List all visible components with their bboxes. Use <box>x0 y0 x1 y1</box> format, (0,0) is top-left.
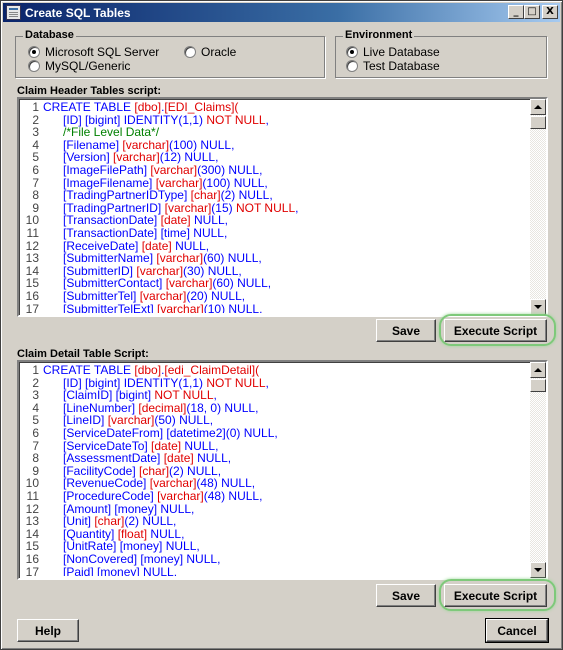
cancel-button[interactable]: Cancel <box>485 618 549 643</box>
header-script-scrollbar[interactable] <box>530 99 546 315</box>
line-number: 13 <box>25 514 39 529</box>
detail-script-editor[interactable]: 1 CREATE TABLE [dbo].[edi_ClaimDetail](2[… <box>17 360 548 580</box>
line-number: 8 <box>32 451 39 466</box>
code-token: , <box>295 200 299 215</box>
maximize-button[interactable]: □ <box>524 5 540 19</box>
line-number: 17 <box>25 564 39 576</box>
code-token: , <box>265 375 269 390</box>
detail-script-label: Claim Detail Table Script: <box>17 348 149 360</box>
scroll-thumb[interactable] <box>530 379 546 392</box>
minimize-button[interactable]: _ <box>508 5 524 19</box>
radio-microsoft-sql-server[interactable]: Microsoft SQL Server <box>28 45 159 59</box>
line-number: 3 <box>32 125 39 140</box>
arrow-down-icon <box>534 305 542 309</box>
title-bar[interactable]: Create SQL Tables _ □ X <box>3 3 560 22</box>
window-title: Create SQL Tables <box>25 6 131 20</box>
line-number: 16 <box>25 288 39 303</box>
line-number: 3 <box>32 388 39 403</box>
radio-dot-icon <box>28 60 40 72</box>
environment-group: Environment Live Database Test Database <box>335 29 547 78</box>
close-button[interactable]: X <box>542 5 558 19</box>
detail-script-code: 1 CREATE TABLE [dbo].[edi_ClaimDetail](2[… <box>21 364 529 576</box>
scroll-up-button[interactable] <box>530 362 546 378</box>
scroll-thumb[interactable] <box>530 116 546 129</box>
line-number: 1 <box>32 364 39 377</box>
radio-label: Oracle <box>201 45 237 59</box>
line-number: 17 <box>25 301 39 313</box>
code-token: (10) NULL, <box>203 301 263 313</box>
scroll-down-button[interactable] <box>530 562 546 578</box>
code-line: 17 [SubmitterTelExt] [varchar](10) NULL, <box>21 301 529 313</box>
radio-dot-icon <box>346 46 358 58</box>
code-token: [varchar] <box>157 301 204 313</box>
detail-save-button[interactable]: Save <box>376 584 436 607</box>
scroll-down-button[interactable] <box>530 299 546 315</box>
radio-dot-icon <box>346 60 358 72</box>
create-sql-tables-window: Create SQL Tables _ □ X Database Microso… <box>0 0 563 650</box>
line-number: 16 <box>25 551 39 566</box>
scroll-up-button[interactable] <box>530 99 546 115</box>
header-save-button[interactable]: Save <box>376 319 436 342</box>
line-number: 1 <box>32 101 39 114</box>
header-script-label: Claim Header Tables script: <box>17 85 162 97</box>
database-group-title: Database <box>23 29 76 41</box>
line-number: 11 <box>26 225 39 240</box>
detail-execute-script-button[interactable]: Execute Script <box>444 584 547 607</box>
line-number: 11 <box>26 488 39 503</box>
arrow-up-icon <box>534 368 542 372</box>
code-token: , <box>265 112 269 127</box>
code-token: NOT NULL <box>206 112 266 127</box>
code-token: [SubmitterTelExt] <box>63 301 158 313</box>
radio-label: MySQL/Generic <box>45 59 131 73</box>
line-number: 6 <box>32 162 39 177</box>
arrow-up-icon <box>534 105 542 109</box>
radio-test-database[interactable]: Test Database <box>346 59 440 73</box>
code-token: NOT NULL <box>235 200 296 215</box>
code-line: 17 [Paid] [money] NULL, <box>21 564 529 576</box>
line-number: 8 <box>32 188 39 203</box>
radio-label: Microsoft SQL Server <box>45 45 160 59</box>
header-script-code: 1 CREATE TABLE [dbo].[EDI_Claims](2 [ID] [… <box>21 101 529 313</box>
radio-label: Live Database <box>363 45 440 59</box>
radio-dot-icon <box>28 46 40 58</box>
radio-mysql-generic[interactable]: MySQL/Generic <box>28 59 130 73</box>
code-token: [Paid] [money] NULL, <box>63 564 178 576</box>
app-icon <box>6 5 21 20</box>
radio-label: Test Database <box>363 59 440 73</box>
radio-oracle[interactable]: Oracle <box>184 45 236 59</box>
environment-group-title: Environment <box>343 29 415 41</box>
line-number: 6 <box>32 425 39 440</box>
radio-dot-icon <box>184 46 196 58</box>
header-execute-script-button[interactable]: Execute Script <box>444 319 547 342</box>
line-number: 13 <box>25 251 39 266</box>
code-token: (48) NULL, <box>203 488 263 503</box>
arrow-down-icon <box>534 568 542 572</box>
header-script-editor[interactable]: 1 CREATE TABLE [dbo].[EDI_Claims](2 [ID] [… <box>17 97 548 317</box>
radio-live-database[interactable]: Live Database <box>346 45 440 59</box>
detail-script-scrollbar[interactable] <box>530 362 546 578</box>
database-group: Database Microsoft SQL Server Oracle MyS… <box>15 29 325 78</box>
help-button[interactable]: Help <box>17 619 79 642</box>
